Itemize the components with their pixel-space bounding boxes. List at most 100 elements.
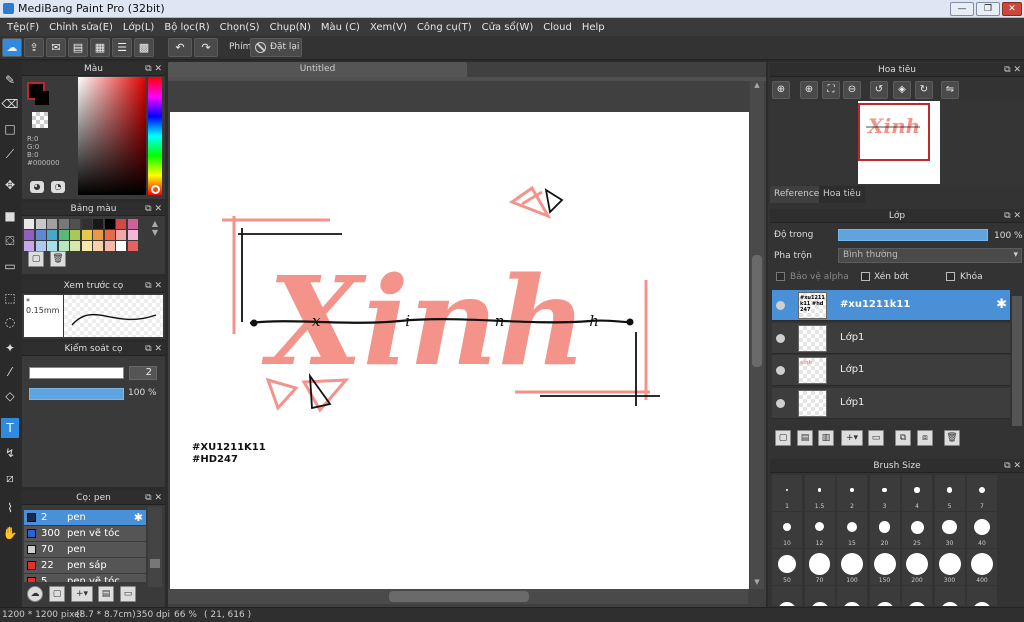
swatch-color[interactable]: [81, 230, 92, 240]
brush-size-option[interactable]: 40: [967, 512, 997, 548]
swatch-color[interactable]: [35, 230, 46, 240]
palette-icon[interactable]: ◕: [30, 181, 44, 193]
text-tool-icon[interactable]: T: [1, 418, 19, 438]
brush-size-option[interactable]: 15: [837, 512, 867, 548]
panel-controls-icon[interactable]: ⧉ ✕: [1004, 209, 1021, 223]
horizontal-scroll-thumb[interactable]: [389, 591, 529, 602]
menu-item[interactable]: Cửa sổ(W): [477, 22, 539, 33]
brush-size-option[interactable]: [804, 586, 835, 606]
menu-item[interactable]: Chỉnh sửa(E): [44, 22, 118, 33]
drawing-paper[interactable]: Xinh x i n h #XU1211K11 #HD247: [170, 112, 749, 589]
panel-controls-icon[interactable]: ⧉ ✕: [145, 62, 162, 76]
new-layer-icon[interactable]: ▢: [775, 430, 791, 446]
hue-slider[interactable]: [148, 77, 162, 195]
panel-controls-icon[interactable]: ⧉ ✕: [145, 491, 162, 505]
brush-size-option[interactable]: [967, 586, 997, 606]
menu-item[interactable]: Màu (C): [316, 22, 365, 33]
color-mode-icon[interactable]: ◔: [51, 181, 65, 193]
close-button[interactable]: ✕: [1002, 2, 1022, 16]
swatch-color[interactable]: [24, 230, 34, 240]
document-tab[interactable]: Untitled: [168, 62, 467, 77]
scroll-down-icon[interactable]: ▼: [752, 578, 762, 588]
swatch-color[interactable]: [70, 230, 80, 240]
restore-button[interactable]: ❐: [976, 2, 1000, 16]
menu-item[interactable]: Bộ lọc(R): [159, 22, 214, 33]
clip-checkbox[interactable]: [861, 272, 870, 281]
layer-opacity-slider[interactable]: [838, 229, 988, 241]
protect-alpha-checkbox[interactable]: [776, 272, 785, 281]
brush-row[interactable]: 2 pen ✱: [24, 510, 146, 525]
brush-row[interactable]: 300 pen vẽ tóc: [24, 526, 146, 541]
document-icon[interactable]: ▦: [90, 38, 110, 57]
swatch-scroll[interactable]: ▲ ▼: [149, 219, 161, 245]
swatch-color[interactable]: [127, 219, 138, 229]
rotate-reset-icon[interactable]: ◈: [893, 81, 911, 99]
zoom-actual-icon[interactable]: ⊕: [772, 81, 790, 99]
menu-item[interactable]: Công cụ(T): [412, 22, 477, 33]
brush-size-option[interactable]: 5: [934, 475, 965, 511]
brush-size-option[interactable]: 1.5: [804, 475, 835, 511]
delete-layer-icon[interactable]: 🗑: [944, 430, 960, 446]
reset-button[interactable]: Đặt lại: [250, 38, 302, 57]
hand-tool-icon[interactable]: ✋: [1, 523, 19, 543]
swatch-color[interactable]: [47, 230, 57, 240]
swatch-color[interactable]: [58, 219, 69, 229]
brush-size-option[interactable]: 50: [772, 549, 802, 585]
add-brush-icon[interactable]: +▾: [71, 586, 93, 602]
page-icon[interactable]: ▤: [68, 38, 88, 57]
brush-size-option[interactable]: 2: [837, 475, 867, 511]
brush-size-option[interactable]: 12: [804, 512, 835, 548]
swatch-color[interactable]: [81, 219, 92, 229]
zoom-in-icon[interactable]: ⊕: [800, 81, 818, 99]
vertical-scroll-thumb[interactable]: [752, 255, 762, 367]
brush-size-option[interactable]: 150: [869, 549, 900, 585]
eye-icon[interactable]: [776, 366, 785, 375]
brush-size-option[interactable]: 300: [934, 549, 965, 585]
rectangle-tool-icon[interactable]: □: [1, 119, 19, 139]
swatch-color[interactable]: [47, 241, 57, 251]
gear-icon[interactable]: ✱: [134, 510, 143, 525]
menu-item[interactable]: Lớp(L): [118, 22, 159, 33]
eraser-tool-icon[interactable]: ⌫: [1, 94, 19, 114]
eye-icon[interactable]: [776, 398, 785, 408]
scroll-up-icon[interactable]: ▲: [752, 81, 762, 91]
brush-opacity-slider[interactable]: [29, 388, 124, 400]
blend-mode-select[interactable]: Bình thường ▾: [838, 248, 1022, 263]
swatch-color[interactable]: [104, 230, 115, 240]
layer-row[interactable]: #xu1211k11 #hd247 #xu1211k11 ✱: [772, 290, 1010, 321]
brush-list-scrollbar[interactable]: [148, 507, 162, 587]
brush-size-option[interactable]: 7: [967, 475, 997, 511]
layer-row[interactable]: Lớp1: [772, 322, 1010, 354]
brush-size-option[interactable]: 1: [772, 475, 802, 511]
line-tool-icon[interactable]: ⟋: [1, 144, 19, 164]
gear-icon[interactable]: ✱: [996, 297, 1007, 312]
swatch-color[interactable]: [58, 230, 69, 240]
layer-list-scrollbar[interactable]: [1012, 296, 1022, 426]
menu-item[interactable]: Chụp(N): [265, 22, 316, 33]
navigator-viewport-frame[interactable]: [858, 103, 930, 161]
brush-size-value[interactable]: 2: [129, 366, 157, 380]
brush-size-option[interactable]: 4: [902, 475, 932, 511]
panel-controls-icon[interactable]: ⧉ ✕: [145, 342, 162, 356]
brush-size-option[interactable]: 70: [804, 549, 835, 585]
brush-settings-icon[interactable]: ▤: [98, 586, 114, 602]
tab-reference[interactable]: Reference: [770, 186, 824, 203]
lasso-tool-icon[interactable]: ◌: [1, 312, 19, 332]
brush-size-option[interactable]: [934, 586, 965, 606]
minimize-button[interactable]: —: [950, 2, 974, 16]
redo-icon[interactable]: ↷: [194, 38, 218, 57]
comment-icon[interactable]: ✉: [46, 38, 66, 57]
brush-folder-icon[interactable]: ▭: [120, 586, 136, 602]
brush-size-option[interactable]: 100: [837, 549, 867, 585]
swatch-color[interactable]: [93, 230, 103, 240]
eye-icon[interactable]: [776, 333, 785, 343]
zoom-out-icon[interactable]: ⊖: [843, 81, 861, 99]
menu-item[interactable]: Chọn(S): [215, 22, 265, 33]
swatch-color[interactable]: [127, 230, 138, 240]
rotate-right-icon[interactable]: ↻: [915, 81, 933, 99]
select-rect-tool-icon[interactable]: ⬚: [1, 288, 19, 308]
transparent-color-swatch[interactable]: [32, 112, 48, 128]
brush-row[interactable]: 22 pen sáp: [24, 558, 146, 573]
swatch-color[interactable]: [24, 241, 34, 251]
new-brush-icon[interactable]: ▢: [49, 586, 65, 602]
